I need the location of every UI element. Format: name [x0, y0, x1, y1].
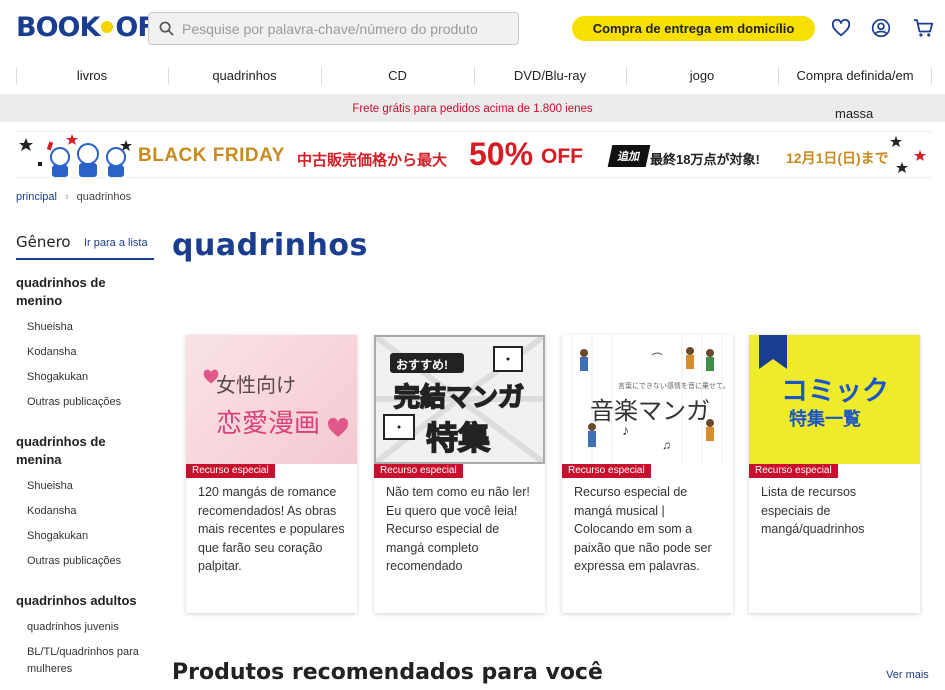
genre-sub-item[interactable]: BL/TL/quadrinhos para mulheres	[16, 644, 154, 678]
home-delivery-button[interactable]: Compra de entrega em domicílio	[572, 16, 815, 41]
nav-item-cd[interactable]: CD	[321, 58, 474, 94]
breadcrumb: principal › quadrinhos	[16, 191, 131, 203]
special-feature-badge: Recurso especial	[186, 464, 275, 478]
banner-lead-text: 中古販売価格から最大	[297, 152, 448, 169]
main-nav: livros quadrinhos CD DVD/Blu-ray jogo Co…	[0, 58, 945, 94]
card-description: Não tem como eu não ler! Eu quero que vo…	[386, 485, 530, 573]
recommended-section-title: Produtos recomendados para você	[172, 660, 603, 685]
banner-black-friday-text: BLACK FRIDAY	[138, 145, 285, 166]
genre-sub-item[interactable]: Shueisha	[16, 478, 154, 495]
nav-divider	[931, 67, 932, 85]
special-feature-badge: Recurso especial	[562, 464, 651, 478]
card-image-comic-list: コミック 特集一覧	[749, 335, 920, 464]
free-shipping-notice: Frete grátis para pedidos acima de 1.800…	[0, 94, 945, 122]
genre-group-title[interactable]: quadrinhos de menina	[16, 433, 154, 469]
card-image-text: コミック	[781, 376, 889, 406]
genre-sidebar: Gênero Ir para a lista quadrinhos de men…	[16, 232, 154, 678]
card-image-text: 言葉にできない感情を音に乗せて。	[618, 383, 730, 390]
genre-title: Gênero	[16, 233, 71, 251]
see-more-link[interactable]: Ver mais	[886, 669, 929, 681]
feature-card-completed[interactable]: おすすめ! 完結マンガ 特集 Recurso especial Não tem …	[374, 335, 545, 613]
search-input[interactable]	[182, 20, 502, 37]
chevron-right-icon: ›	[64, 191, 69, 203]
favorites-button[interactable]	[830, 17, 852, 39]
header: BOOKOFF Compra de entrega em domicílio	[0, 0, 945, 58]
card-image-text: 女性向け	[216, 375, 296, 397]
special-feature-badge: Recurso especial	[374, 464, 463, 478]
card-image-text: 特集	[425, 419, 491, 457]
card-image-completed: おすすめ! 完結マンガ 特集	[374, 335, 545, 464]
genre-sub-item[interactable]: Outras publicações	[16, 553, 154, 570]
special-feature-badge: Recurso especial	[749, 464, 838, 478]
genre-sub-item[interactable]: Shogakukan	[16, 369, 154, 386]
heart-icon	[327, 417, 349, 437]
genre-group-title[interactable]: quadrinhos adultos	[16, 592, 154, 610]
bookmark-icon	[759, 335, 787, 369]
cart-icon	[913, 19, 933, 37]
card-image-romance: 女性向け 恋愛漫画	[186, 335, 357, 464]
breadcrumb-current: quadrinhos	[76, 191, 132, 203]
card-image-text: 特集一覧	[789, 409, 861, 429]
nav-item-comics[interactable]: quadrinhos	[168, 58, 321, 94]
banner-date: 12月1日(日)まで	[786, 150, 889, 166]
genre-group-boys: quadrinhos de menino Shueisha Kodansha S…	[16, 274, 154, 411]
go-to-list-link[interactable]: Ir para a lista	[84, 237, 148, 249]
user-icon	[871, 18, 891, 38]
banner-tag: 追加	[607, 145, 651, 167]
search-box[interactable]	[148, 12, 519, 45]
banner-percent: 50%	[469, 136, 534, 172]
card-description: Recurso especial de mangá musical | Colo…	[574, 485, 712, 573]
banner-detail-text: 最終18万点が対象!	[650, 152, 760, 167]
svg-text:♫: ♫	[662, 438, 671, 452]
feature-card-music[interactable]: ♪ ♫ 言葉にできない感情を音に乗せて。 音楽マンガ Recurso espec…	[562, 335, 733, 613]
nav-item-bulk-purchase-overflow[interactable]: massa	[835, 106, 873, 121]
genre-header: Gênero Ir para a lista	[16, 232, 154, 260]
banner-mascots-image	[19, 134, 132, 177]
account-button[interactable]	[870, 17, 892, 39]
genre-sub-item[interactable]: Shogakukan	[16, 528, 154, 545]
card-description: Lista de recursos especiais de mangá/qua…	[761, 485, 865, 536]
cart-button[interactable]	[912, 17, 934, 39]
feature-card-romance[interactable]: 女性向け 恋愛漫画 Recurso especial 120 mangás de…	[186, 335, 357, 613]
nav-item-books[interactable]: livros	[16, 58, 168, 94]
banner-off: OFF	[541, 145, 583, 168]
feature-card-comic-list[interactable]: コミック 特集一覧 Recurso especial Lista de recu…	[749, 335, 920, 613]
genre-group-adult: quadrinhos adultos quadrinhos juvenis BL…	[16, 592, 154, 678]
card-image-text: 完結マンガ	[393, 381, 525, 413]
genre-sub-item[interactable]: Kodansha	[16, 503, 154, 520]
page-title: quadrinhos	[172, 228, 368, 263]
card-image-text: おすすめ!	[396, 358, 448, 372]
nav-item-dvd[interactable]: DVD/Blu-ray	[474, 58, 626, 94]
genre-group-title[interactable]: quadrinhos de menino	[16, 274, 154, 310]
card-image-music: ♪ ♫ 言葉にできない感情を音に乗せて。 音楽マンガ	[562, 335, 733, 464]
nav-item-bulk-purchase[interactable]: Compra definida/em	[778, 58, 932, 94]
search-icon	[159, 21, 174, 36]
genre-sub-item[interactable]: Outras publicações	[16, 394, 154, 411]
nav-item-games[interactable]: jogo	[626, 58, 778, 94]
banner-stars-decoration	[890, 136, 926, 173]
black-friday-banner[interactable]: BLACK FRIDAY 中古販売価格から最大 50% OFF 追加 最終18万…	[16, 131, 932, 178]
genre-sub-item[interactable]: Kodansha	[16, 344, 154, 361]
heart-icon	[831, 19, 851, 37]
breadcrumb-home-link[interactable]: principal	[16, 191, 57, 203]
card-image-text: 恋愛漫画	[216, 408, 321, 438]
genre-group-girls: quadrinhos de menina Shueisha Kodansha S…	[16, 433, 154, 570]
genre-sub-item[interactable]: quadrinhos juvenis	[16, 619, 154, 636]
card-description: 120 mangás de romance recomendados! As o…	[198, 485, 345, 573]
logo-dot-icon	[101, 21, 114, 33]
genre-sub-item[interactable]: Shueisha	[16, 319, 154, 336]
card-image-text: 音楽マンガ	[590, 398, 710, 425]
